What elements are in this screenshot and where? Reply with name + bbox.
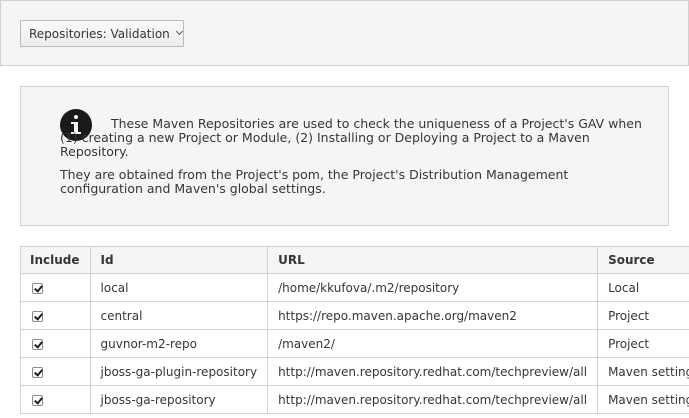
repo-id: guvnor-m2-repo bbox=[89, 329, 269, 358]
include-checkbox[interactable] bbox=[32, 338, 43, 350]
chevron-down-icon bbox=[175, 27, 183, 36]
repo-source: Project bbox=[597, 329, 689, 358]
table-row: central https://repo.maven.apache.org/ma… bbox=[20, 301, 689, 330]
repositories-dropdown-button[interactable]: Repositories: Validation bbox=[20, 20, 184, 47]
toolbar: Repositories: Validation bbox=[0, 0, 689, 66]
info-text-1: These Maven Repositories are used to che… bbox=[60, 116, 642, 159]
table-header-row: Include Id URL Source bbox=[20, 246, 689, 274]
include-cell bbox=[20, 301, 91, 330]
repo-source: Local bbox=[597, 273, 689, 302]
include-cell bbox=[20, 357, 91, 386]
repo-source: Project bbox=[597, 301, 689, 330]
repo-id: jboss-ga-plugin-repository bbox=[89, 357, 269, 386]
repo-id: jboss-ga-repository bbox=[89, 385, 269, 414]
column-header-source: Source bbox=[597, 246, 689, 274]
repo-source: Maven settings bbox=[597, 385, 689, 414]
info-text-2: They are obtained from the Project's pom… bbox=[60, 167, 569, 196]
dropdown-label: Repositories: Validation bbox=[29, 26, 170, 41]
info-panel: These Maven Repositories are used to che… bbox=[20, 86, 669, 226]
column-header-url: URL bbox=[267, 246, 599, 274]
repo-url: /maven2/ bbox=[267, 329, 599, 358]
include-cell bbox=[20, 329, 91, 358]
table-row: jboss-ga-repository http://maven.reposit… bbox=[20, 385, 689, 414]
include-checkbox[interactable] bbox=[32, 394, 43, 406]
include-checkbox[interactable] bbox=[32, 366, 43, 378]
repo-id: central bbox=[89, 301, 269, 330]
repo-id: local bbox=[89, 273, 269, 302]
repo-url: /home/kkufova/.m2/repository bbox=[267, 273, 599, 302]
repo-url: http://maven.repository.redhat.com/techp… bbox=[267, 357, 599, 386]
column-header-id: Id bbox=[89, 246, 269, 274]
table-row: jboss-ga-plugin-repository http://maven.… bbox=[20, 357, 689, 386]
repo-source: Maven settings bbox=[597, 357, 689, 386]
table-row: guvnor-m2-repo /maven2/ Project bbox=[20, 329, 689, 358]
repositories-table: Include Id URL Source local /home/kkufov… bbox=[20, 246, 689, 414]
include-checkbox[interactable] bbox=[32, 282, 43, 294]
repo-url: https://repo.maven.apache.org/maven2 bbox=[267, 301, 599, 330]
repo-url: http://maven.repository.redhat.com/techp… bbox=[267, 385, 599, 414]
column-header-include: Include bbox=[20, 246, 91, 274]
include-cell bbox=[20, 385, 91, 414]
table-row: local /home/kkufova/.m2/repository Local bbox=[20, 273, 689, 302]
include-cell bbox=[20, 273, 91, 302]
include-checkbox[interactable] bbox=[32, 310, 43, 322]
